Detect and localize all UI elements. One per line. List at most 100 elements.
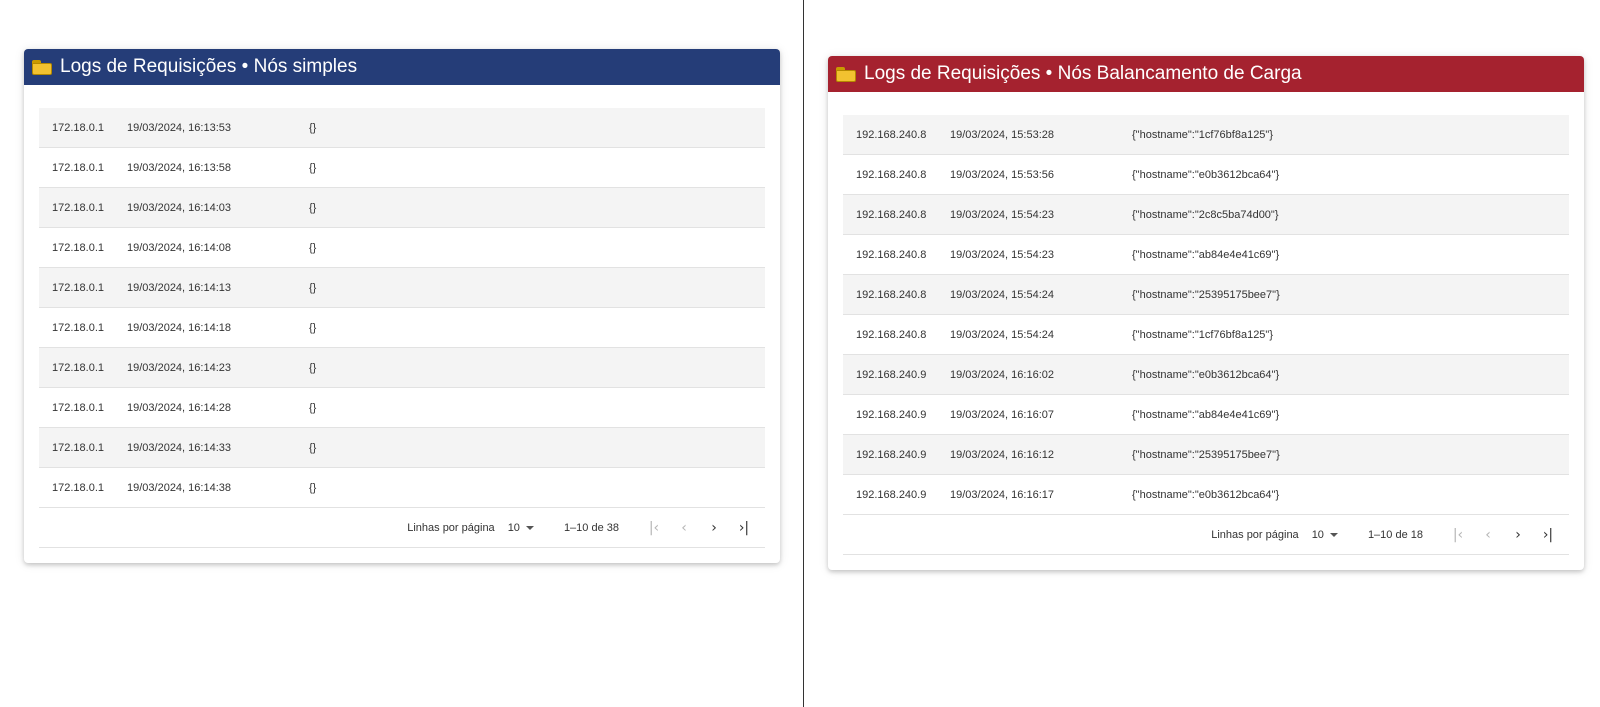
table-row[interactable]: 172.18.0.1 19/03/2024, 16:14:28 {} xyxy=(39,388,765,428)
ip-cell: 172.18.0.1 xyxy=(52,121,104,134)
data-cell: {} xyxy=(309,201,317,214)
date-cell: 19/03/2024, 16:16:12 xyxy=(950,448,1054,461)
table-pagination: Linhas por página 10 1–10 de 38 |‹ ‹ › ›… xyxy=(39,508,765,548)
date-cell: 19/03/2024, 16:14:18 xyxy=(127,321,231,334)
date-cell: 19/03/2024, 15:54:23 xyxy=(950,248,1054,261)
data-cell: {"hostname":"2c8c5ba74d00"} xyxy=(1132,208,1279,221)
data-cell: {"hostname":"ab84e4e41c69"} xyxy=(1132,408,1280,421)
data-cell: {"hostname":"1cf76bf8a125"} xyxy=(1132,328,1274,341)
chevron-left-icon[interactable]: ‹ xyxy=(1473,527,1503,543)
rows-per-page-label: Linhas por página xyxy=(1211,528,1299,541)
dropdown-caret-icon xyxy=(1329,532,1338,537)
table-row[interactable]: 172.18.0.1 19/03/2024, 16:14:23 {} xyxy=(39,348,765,388)
data-cell: {"hostname":"e0b3612bca64"} xyxy=(1132,488,1280,501)
ip-cell: 192.168.240.9 xyxy=(856,408,927,421)
date-cell: 19/03/2024, 16:14:33 xyxy=(127,441,231,454)
table-pagination: Linhas por página 10 1–10 de 18 |‹ ‹ › ›… xyxy=(843,515,1569,555)
panel-header: Logs de Requisições • Nós Balancamento d… xyxy=(828,56,1584,92)
ip-cell: 192.168.240.9 xyxy=(856,368,927,381)
table-row[interactable]: 192.168.240.8 19/03/2024, 15:54:23 {"hostn… xyxy=(843,235,1569,275)
data-cell: {} xyxy=(309,401,317,414)
ip-cell: 192.168.240.8 xyxy=(856,208,927,221)
rows-per-page-select[interactable]: 10 xyxy=(508,522,534,534)
logs-panel-simple-nodes: Logs de Requisições • Nós simples 172.18… xyxy=(24,49,780,563)
date-cell: 19/03/2024, 16:14:28 xyxy=(127,401,231,414)
date-cell: 19/03/2024, 16:14:38 xyxy=(127,481,231,494)
table-row[interactable]: 192.168.240.8 19/03/2024, 15:54:23 {"hostn… xyxy=(843,195,1569,235)
table-row[interactable]: 192.168.240.8 19/03/2024, 15:54:24 {"hostn… xyxy=(843,275,1569,315)
data-cell: {"hostname":"25395175bee7"} xyxy=(1132,288,1280,301)
ip-cell: 192.168.240.8 xyxy=(856,328,927,341)
dropdown-caret-icon xyxy=(525,525,534,530)
folder-icon xyxy=(836,66,856,82)
data-cell: {} xyxy=(309,161,317,174)
pagination-range: 1–10 de 18 xyxy=(1367,528,1423,541)
table-row[interactable]: 192.168.240.9 19/03/2024, 16:16:12 {"hostn… xyxy=(843,435,1569,475)
ip-cell: 192.168.240.9 xyxy=(856,448,927,461)
table-row[interactable]: 172.18.0.1 19/03/2024, 16:14:08 {} xyxy=(39,228,765,268)
date-cell: 19/03/2024, 16:14:23 xyxy=(127,361,231,374)
data-cell: {} xyxy=(309,441,317,454)
rows-per-page-value: 10 xyxy=(507,521,520,534)
data-cell: {"hostname":"25395175bee7"} xyxy=(1132,448,1280,461)
ip-cell: 192.168.240.8 xyxy=(856,248,927,261)
date-cell: 19/03/2024, 16:14:03 xyxy=(127,201,231,214)
pagination-range: 1–10 de 38 xyxy=(563,521,619,534)
table-row[interactable]: 172.18.0.1 19/03/2024, 16:14:18 {} xyxy=(39,308,765,348)
logs-table: 172.18.0.1 19/03/2024, 16:13:53{} 172.18.0… xyxy=(39,108,765,548)
data-cell: {} xyxy=(309,361,317,374)
chevron-left-icon[interactable]: ‹ xyxy=(669,520,699,536)
table-row[interactable]: 172.18.0.1 19/03/2024, 16:14:38 {} xyxy=(39,468,765,508)
table-row[interactable]: 192.168.240.8 19/03/2024, 15:54:24 {"hostn… xyxy=(843,315,1569,355)
data-cell: {} xyxy=(309,121,317,134)
table-row[interactable]: 192.168.240.8 19/03/2024, 15:53:56 {"hostn… xyxy=(843,155,1569,195)
logs-table: 192.168.240.8 19/03/2024, 15:53:28 {"hostn… xyxy=(843,115,1569,555)
data-cell: {"hostname":"1cf76bf8a125"} xyxy=(1132,128,1274,141)
table-row[interactable]: 172.18.0.1 19/03/2024, 16:14:03 {} xyxy=(39,188,765,228)
data-cell: {"hostname":"e0b3612bca64"} xyxy=(1132,368,1280,381)
table-row[interactable]: 192.168.240.9 19/03/2024, 16:16:07 {"hostn… xyxy=(843,395,1569,435)
date-cell: 19/03/2024, 16:14:08 xyxy=(127,241,231,254)
table-row[interactable]: 172.18.0.1 19/03/2024, 16:14:33 {} xyxy=(39,428,765,468)
data-cell: {} xyxy=(309,481,317,494)
logs-panel-load-balanced-nodes: Logs de Requisições • Nós Balancamento d… xyxy=(828,56,1584,570)
date-cell: 19/03/2024, 15:54:24 xyxy=(950,328,1054,341)
ip-cell: 172.18.0.1 xyxy=(52,321,104,334)
panel-divider xyxy=(803,0,804,707)
ip-cell: 172.18.0.1 xyxy=(52,241,104,254)
ip-cell: 172.18.0.1 xyxy=(52,441,104,454)
last-page-icon[interactable]: ›| xyxy=(729,520,759,536)
ip-cell: 172.18.0.1 xyxy=(52,201,104,214)
chevron-right-icon[interactable]: › xyxy=(699,520,729,536)
table-row[interactable]: 172.18.0.1 19/03/2024, 16:13:53 {} xyxy=(39,108,765,148)
first-page-icon[interactable]: |‹ xyxy=(639,520,669,536)
panel-header: Logs de Requisições • Nós simples xyxy=(24,49,780,85)
folder-icon xyxy=(32,59,52,75)
date-cell: 19/03/2024, 16:16:02 xyxy=(950,368,1054,381)
ip-cell: 172.18.0.1 xyxy=(52,161,104,174)
table-row[interactable]: 192.168.240.8 19/03/2024, 15:53:28 {"hostn… xyxy=(843,115,1569,155)
data-cell: {} xyxy=(309,241,317,254)
data-cell: {} xyxy=(309,281,317,294)
ip-cell: 192.168.240.8 xyxy=(856,128,927,141)
ip-cell: 192.168.240.8 xyxy=(856,288,927,301)
ip-cell: 172.18.0.1 xyxy=(52,361,104,374)
date-cell: 19/03/2024, 16:14:13 xyxy=(127,281,231,294)
table-row[interactable]: 192.168.240.9 19/03/2024, 16:16:02 {"hostn… xyxy=(843,355,1569,395)
first-page-icon[interactable]: |‹ xyxy=(1443,527,1473,543)
ip-cell: 172.18.0.1 xyxy=(52,281,104,294)
data-cell: {"hostname":"e0b3612bca64"} xyxy=(1132,168,1280,181)
date-cell: 19/03/2024, 16:13:53 xyxy=(127,121,231,134)
rows-per-page-select[interactable]: 10 xyxy=(1312,529,1338,541)
rows-per-page-value: 10 xyxy=(1311,528,1324,541)
date-cell: 19/03/2024, 15:54:24 xyxy=(950,288,1054,301)
table-row[interactable]: 172.18.0.1 19/03/2024, 16:14:13 {} xyxy=(39,268,765,308)
ip-cell: 192.168.240.9 xyxy=(856,488,927,501)
data-cell: {"hostname":"ab84e4e41c69"} xyxy=(1132,248,1280,261)
last-page-icon[interactable]: ›| xyxy=(1533,527,1563,543)
chevron-right-icon[interactable]: › xyxy=(1503,527,1533,543)
table-row[interactable]: 172.18.0.1 19/03/2024, 16:13:58 {} xyxy=(39,148,765,188)
table-row[interactable]: 192.168.240.9 19/03/2024, 16:16:17 {"hostn… xyxy=(843,475,1569,515)
date-cell: 19/03/2024, 15:53:28 xyxy=(950,128,1054,141)
date-cell: 19/03/2024, 16:16:07 xyxy=(950,408,1054,421)
